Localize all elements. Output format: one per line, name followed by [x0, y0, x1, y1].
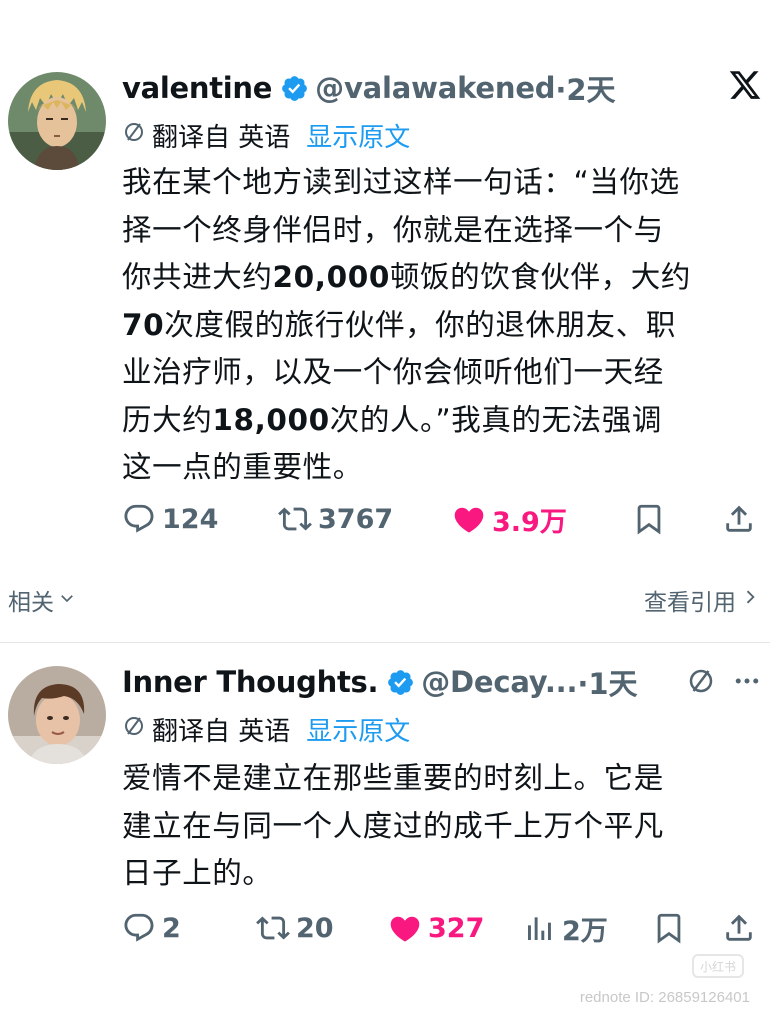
views-count: 2万	[562, 915, 608, 947]
like-button[interactable]: 3.9万	[452, 500, 567, 539]
handle[interactable]: @valawakened	[315, 71, 555, 105]
handle[interactable]: @Decay...	[421, 665, 577, 699]
related-label: 相关	[8, 590, 54, 616]
tweet-2[interactable]: Inner Thoughts. @Decay... ·1天 翻译自 英语 显示原…	[0, 646, 770, 966]
reply-icon	[122, 911, 156, 945]
retweet-icon	[278, 502, 312, 536]
x-logo-icon[interactable]	[728, 68, 762, 102]
reply-icon	[122, 502, 156, 536]
reply-count: 124	[162, 503, 219, 535]
divider	[0, 642, 770, 643]
bookmark-icon	[652, 911, 686, 945]
reply-count: 2	[162, 912, 181, 944]
view-quotes-link[interactable]: 查看引用	[644, 583, 760, 617]
like-button[interactable]: 327	[388, 911, 484, 945]
tweet-1[interactable]: valentine @valawakened ·2天 翻译自 英语 显示原文 我…	[0, 0, 770, 570]
reply-button[interactable]: 124	[122, 502, 218, 536]
retweet-button[interactable]: 3767	[278, 502, 393, 536]
verified-badge-icon	[386, 668, 415, 697]
no-translate-icon	[122, 714, 146, 745]
views-button[interactable]: 2万	[524, 909, 608, 948]
translation-notice: 翻译自 英语 显示原文	[122, 711, 410, 748]
text-line: 日子上的。	[122, 856, 273, 890]
translation-notice: 翻译自 英语 显示原文	[122, 117, 410, 154]
tweet-top-icons	[686, 666, 762, 700]
bookmark-icon	[632, 502, 666, 536]
heart-filled-icon	[452, 502, 486, 536]
tweet-actions: 2 20 327 2万	[122, 906, 756, 950]
translated-from-label: 翻译自 英语	[152, 716, 291, 747]
translate-off-icon[interactable]	[686, 666, 716, 700]
share-button[interactable]	[722, 502, 756, 536]
display-name[interactable]: Inner Thoughts.	[122, 665, 379, 699]
view-quotes-label: 查看引用	[644, 590, 736, 616]
text-line: 你共进大约20,000顿饭的饮食伙伴，大约	[122, 260, 691, 294]
share-icon	[722, 502, 756, 536]
text-line: 历大约18,000次的人。”我真的无法强调	[122, 402, 662, 437]
text-line: 这一点的重要性。	[122, 450, 363, 484]
tweet-actions: 124 3767 3.9万	[122, 497, 756, 541]
avatar[interactable]	[8, 666, 106, 764]
no-translate-icon	[122, 120, 146, 151]
rednote-logo: 小红书	[692, 954, 744, 978]
share-icon	[722, 911, 756, 945]
tweet-header: valentine @valawakened ·2天	[122, 68, 762, 108]
show-original-link[interactable]: 显示原文	[306, 711, 410, 748]
text-line: 70次度假的旅行伙伴，你的退休朋友、职	[122, 307, 676, 342]
like-count: 327	[428, 912, 485, 944]
avatar[interactable]	[8, 72, 106, 170]
timestamp[interactable]: ·2天	[555, 67, 615, 109]
show-original-link[interactable]: 显示原文	[306, 117, 410, 154]
retweet-count: 3767	[318, 503, 394, 535]
bookmark-button[interactable]	[652, 911, 686, 945]
rednote-id-watermark: rednote ID: 26859126401	[579, 989, 750, 1006]
retweet-button[interactable]: 20	[256, 911, 334, 945]
chevron-down-icon	[58, 587, 76, 613]
related-bar: 相关 查看引用	[0, 578, 770, 622]
more-options-icon[interactable]	[732, 666, 762, 700]
like-count: 3.9万	[492, 506, 567, 538]
retweet-icon	[256, 911, 290, 945]
tweet-header: Inner Thoughts. @Decay... ·1天	[122, 662, 762, 702]
text-line: 建立在与同一个人度过的成千上万个平凡	[122, 808, 664, 843]
chevron-right-icon	[740, 587, 760, 613]
heart-filled-icon	[388, 911, 422, 945]
verified-badge-icon	[280, 74, 309, 103]
reply-button[interactable]: 2	[122, 911, 181, 945]
share-button[interactable]	[722, 911, 756, 945]
tweet-text: 爱情不是建立在那些重要的时刻上。它是 建立在与同一个人度过的成千上万个平凡 日子…	[122, 755, 748, 898]
translated-from-label: 翻译自 英语	[152, 122, 291, 153]
text-line: 爱情不是建立在那些重要的时刻上。它是	[122, 761, 664, 795]
text-line: 择一个终身伴侣时，你就是在选择一个与	[122, 212, 664, 247]
tweet-text: 我在某个地方读到过这样一句话：“当你选 择一个终身伴侣时，你就是在选择一个与 你…	[122, 159, 748, 492]
display-name[interactable]: valentine	[122, 71, 272, 105]
related-toggle[interactable]: 相关	[8, 583, 76, 617]
text-line: 我在某个地方读到过这样一句话：“当你选	[122, 165, 680, 199]
views-chart-icon	[524, 912, 556, 944]
text-line: 业治疗师，以及一个你会倾听他们一天经	[122, 355, 664, 389]
retweet-count: 20	[296, 912, 334, 944]
timestamp[interactable]: ·1天	[577, 661, 637, 703]
bookmark-button[interactable]	[632, 502, 666, 536]
